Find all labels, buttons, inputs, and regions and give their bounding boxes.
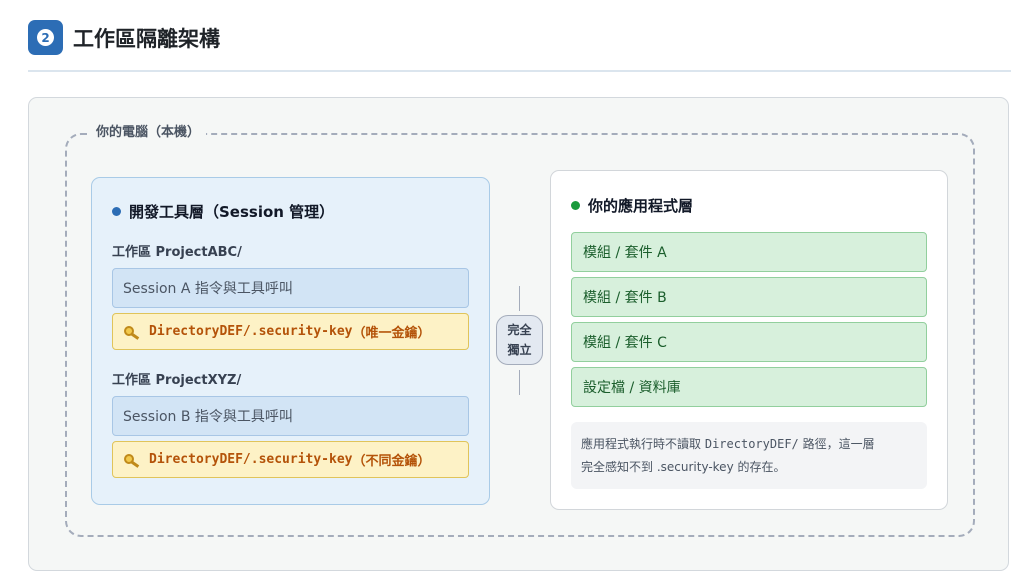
page-title: 工作區隔離架構 bbox=[73, 26, 220, 51]
separator-line-bottom bbox=[519, 370, 520, 395]
independence-badge: 完全 獨立 bbox=[496, 315, 543, 365]
workspace-label-abc: 工作區 ProjectABC/ bbox=[112, 245, 242, 260]
note-line-1: 應用程式執行時不讀取 DirectoryDEF/ 路徑，這一層 bbox=[581, 437, 875, 451]
app-panel-title-text: 你的應用程式層 bbox=[588, 197, 694, 215]
blue-dot-icon bbox=[112, 207, 121, 216]
dev-panel-title: 開發工具層（Session 管理） bbox=[112, 201, 334, 222]
section-number-badge: 2 bbox=[28, 20, 63, 55]
app-panel-title: 你的應用程式層 bbox=[571, 195, 693, 216]
header-divider bbox=[28, 70, 1011, 72]
session-a-box: Session A 指令與工具呼叫 bbox=[112, 268, 469, 308]
module-b: 模組 / 套件 B bbox=[571, 277, 927, 317]
security-key-b: DirectoryDEF/.security-key （不同金鑰） bbox=[112, 441, 469, 478]
dev-panel-title-text: 開發工具層（Session 管理） bbox=[129, 203, 335, 221]
separator-line-top bbox=[519, 286, 520, 311]
module-c: 模組 / 套件 C bbox=[571, 322, 927, 362]
security-key-a: DirectoryDEF/.security-key （唯一金鑰） bbox=[112, 313, 469, 350]
machine-label: 你的電腦（本機） bbox=[90, 124, 207, 142]
key-icon bbox=[124, 325, 141, 340]
note-path: DirectoryDEF/ bbox=[704, 437, 799, 451]
section-header: 2 工作區隔離架構 bbox=[28, 20, 220, 55]
app-note: 應用程式執行時不讀取 DirectoryDEF/ 路徑，這一層 完全感知不到 .… bbox=[571, 422, 927, 489]
green-dot-icon bbox=[571, 201, 580, 210]
module-a: 模組 / 套件 A bbox=[571, 232, 927, 272]
key-note: （不同金鑰） bbox=[352, 454, 431, 469]
separator-text-2: 獨立 bbox=[507, 343, 532, 357]
key-icon bbox=[124, 453, 141, 468]
badge-number: 2 bbox=[37, 29, 54, 46]
note-line-2: 完全感知不到 .security-key 的存在。 bbox=[581, 460, 786, 474]
session-b-box: Session B 指令與工具呼叫 bbox=[112, 396, 469, 436]
workspace-label-xyz: 工作區 ProjectXYZ/ bbox=[112, 373, 242, 388]
key-note: （唯一金鑰） bbox=[352, 326, 431, 341]
key-path: DirectoryDEF/.security-key bbox=[149, 324, 353, 339]
key-path: DirectoryDEF/.security-key bbox=[149, 452, 353, 467]
config-database: 設定檔 / 資料庫 bbox=[571, 367, 927, 407]
separator-text-1: 完全 bbox=[507, 323, 532, 337]
